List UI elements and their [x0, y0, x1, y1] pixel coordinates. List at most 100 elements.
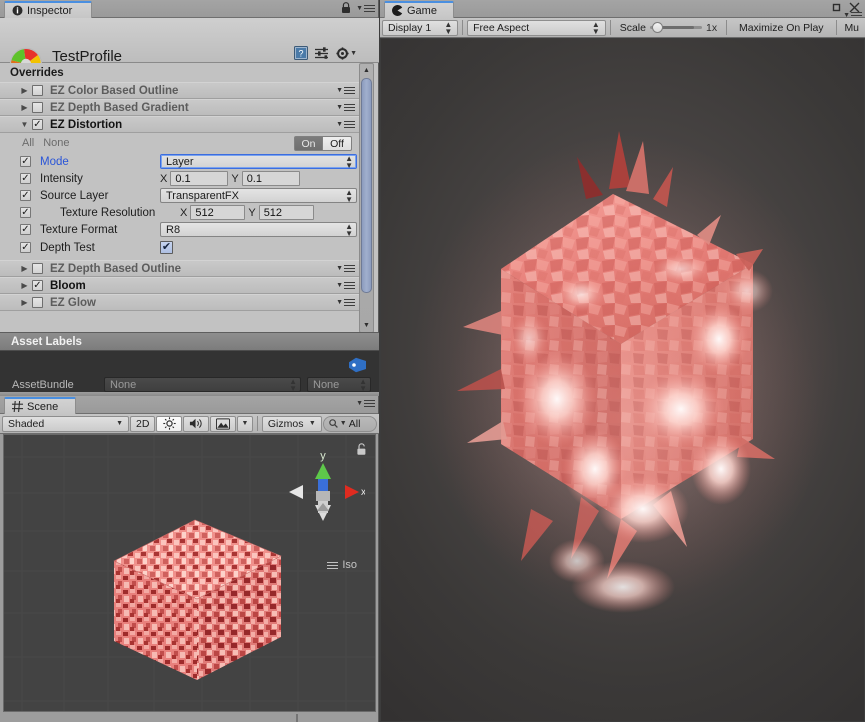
effect-context-menu-icon[interactable]: ▼ — [336, 85, 355, 96]
inspector-vertical-scrollbar[interactable]: ▲ ▼ — [359, 63, 374, 333]
depth-test-checkbox[interactable]: ✔ — [160, 241, 173, 254]
effect-row-bloom[interactable]: ▶ ✓ Bloom ▼ — [0, 277, 360, 294]
mode-dropdown[interactable]: Layer ▲ ▼ — [160, 154, 357, 169]
effect-enable-checkbox[interactable]: ✓ — [32, 119, 43, 130]
asset-labels-header: Asset Labels — [0, 332, 379, 351]
game-toolbar: Display 1 ▲ ▼ Free Aspect ▲ ▼ Scale 1x Max… — [380, 18, 865, 38]
property-override-checkbox[interactable]: ✓ — [20, 173, 31, 184]
gizmos-dropdown[interactable]: Gizmos ▼ — [261, 415, 322, 432]
scale-slider-fill — [659, 26, 694, 29]
effect-context-menu-icon[interactable]: ▼ — [336, 263, 355, 274]
toolbar-divider — [835, 20, 837, 35]
scene-orientation-gizmo[interactable]: y x — [287, 445, 365, 545]
toggle-off[interactable]: Off — [323, 136, 352, 151]
lock-icon[interactable] — [341, 2, 351, 14]
tab-scene[interactable]: Scene — [4, 397, 76, 414]
effect-enable-checkbox[interactable] — [32, 102, 43, 113]
image-effects-dropdown[interactable]: ▼ — [236, 415, 253, 432]
display-dropdown[interactable]: Display 1 ▲ ▼ — [382, 19, 459, 36]
effect-enable-checkbox[interactable] — [32, 297, 43, 308]
maximize-on-play-button[interactable]: Maximize On Play — [731, 20, 832, 36]
tab-inspector[interactable]: Inspector — [4, 1, 92, 18]
effect-context-menu-icon[interactable]: ▼ — [336, 297, 355, 308]
chevron-down-icon: ▼ — [308, 420, 316, 427]
intensity-y-input[interactable]: 0.1 — [241, 171, 300, 186]
preset-sliders-icon[interactable] — [315, 47, 329, 59]
foldout-arrow-icon[interactable]: ▶ — [20, 298, 29, 307]
grid-hash-icon — [12, 401, 23, 412]
assetbundle-variant-dropdown[interactable]: None ▲ ▼ — [307, 377, 371, 392]
texres-y-input[interactable]: 512 — [258, 205, 314, 220]
property-override-checkbox[interactable]: ✓ — [20, 242, 31, 253]
all-link[interactable]: All — [22, 137, 34, 149]
inspector-tabbar: Inspector ▼ — [0, 0, 378, 18]
assetbundle-variant-value: None — [313, 378, 340, 391]
effect-context-menu-icon[interactable]: ▼ — [336, 119, 355, 130]
source-layer-value: TransparentFX — [166, 189, 239, 202]
scale-value: 1x — [705, 21, 718, 34]
property-override-checkbox[interactable]: ✓ — [20, 190, 31, 201]
effect-enable-checkbox[interactable] — [32, 263, 43, 274]
aspect-ratio-dropdown[interactable]: Free Aspect ▲ ▼ — [467, 19, 606, 36]
texture-format-dropdown[interactable]: R8 ▲ ▼ — [160, 222, 357, 237]
foldout-arrow-icon[interactable]: ▶ — [20, 281, 29, 290]
foldout-arrow-icon[interactable]: ▶ — [20, 86, 29, 95]
effect-row-ez-depth-based-outline[interactable]: ▶ EZ Depth Based Outline ▼ — [0, 260, 360, 277]
game-viewport[interactable] — [381, 39, 864, 721]
scene-viewport[interactable]: y x Iso — [3, 434, 376, 712]
hamburger-menu-icon[interactable]: ▼ — [356, 3, 375, 14]
toggle-on[interactable]: On — [294, 136, 323, 151]
effect-context-menu-icon[interactable]: ▼ — [336, 102, 355, 113]
scale-slider-track[interactable] — [649, 22, 702, 33]
hamburger-menu-icon[interactable] — [327, 560, 339, 571]
texres-x-input[interactable]: 512 — [190, 205, 246, 220]
foldout-arrow-icon[interactable]: ▶ — [20, 264, 29, 273]
scene-search-input[interactable]: ▼ All — [322, 415, 377, 432]
assetbundle-name-dropdown[interactable]: None ▲ ▼ — [104, 377, 301, 392]
sun-lighting-icon[interactable] — [156, 415, 182, 432]
effect-enable-checkbox[interactable]: ✓ — [32, 280, 43, 291]
speaker-audio-icon[interactable] — [182, 415, 209, 432]
hamburger-menu-icon[interactable]: ▼ — [356, 398, 375, 409]
foldout-arrow-icon[interactable]: ▶ — [20, 103, 29, 112]
source-layer-dropdown[interactable]: TransparentFX ▲ ▼ — [160, 188, 357, 203]
image-effects-icon[interactable] — [209, 415, 236, 432]
effect-row-ez-glow[interactable]: ▶ EZ Glow ▼ — [0, 294, 360, 311]
effect-row-ez-distortion[interactable]: ▼ ✓ EZ Distortion ▼ — [0, 116, 360, 133]
game-pacman-icon — [392, 5, 403, 16]
none-link[interactable]: None — [43, 137, 69, 149]
tag-icon[interactable] — [348, 357, 367, 373]
scrollbar-thumb[interactable] — [361, 78, 372, 293]
foldout-arrow-icon[interactable]: ▼ — [20, 120, 29, 129]
gear-icon[interactable]: ▼ — [336, 46, 357, 60]
property-override-checkbox[interactable]: ✓ — [20, 156, 31, 167]
draw-mode-dropdown[interactable]: Shaded ▼ — [2, 415, 130, 432]
property-override-checkbox[interactable]: ✓ — [20, 224, 31, 235]
property-label-source-layer: Source Layer — [40, 189, 109, 202]
scene-toolbar: Shaded ▼ 2D ▼ Gizmos ▼ ▼ All — [0, 414, 379, 434]
gizmo-lock-icon[interactable] — [356, 443, 367, 456]
on-off-toggle[interactable]: On Off — [294, 136, 352, 151]
scale-slider-knob[interactable] — [651, 22, 663, 33]
property-override-checkbox[interactable]: ✓ — [20, 207, 31, 218]
effect-row-ez-color-based-outline[interactable]: ▶ EZ Color Based Outline ▼ — [0, 82, 360, 99]
tab-game[interactable]: Game — [384, 1, 454, 18]
scene-projection-label[interactable]: Iso — [327, 559, 357, 571]
chevron-down-icon: ▼ — [116, 420, 124, 427]
texres-x-label: X — [180, 206, 188, 219]
scroll-down-arrow-icon[interactable]: ▼ — [360, 319, 373, 332]
help-book-icon[interactable]: ? — [294, 46, 309, 60]
intensity-x-input[interactable]: 0.1 — [170, 171, 229, 186]
chevron-down-icon: ▼ — [241, 420, 249, 427]
scale-slider[interactable]: Scale 1x — [615, 20, 722, 36]
assetbundle-name-value: None — [110, 378, 137, 391]
toggle-2d-button[interactable]: 2D — [130, 415, 156, 432]
mute-audio-button[interactable]: Mu — [840, 20, 863, 36]
inspector-panel: Inspector ▼ TestProfile ? ▼ Overrides ▶ … — [0, 0, 379, 396]
effect-row-ez-depth-based-gradient[interactable]: ▶ EZ Depth Based Gradient ▼ — [0, 99, 360, 116]
effect-context-menu-icon[interactable]: ▼ — [336, 280, 355, 291]
maximize-window-icon[interactable] — [832, 3, 841, 12]
scroll-up-arrow-icon[interactable]: ▲ — [360, 64, 373, 77]
effect-enable-checkbox[interactable] — [32, 85, 43, 96]
scene-bottom-handle[interactable] — [296, 714, 298, 722]
